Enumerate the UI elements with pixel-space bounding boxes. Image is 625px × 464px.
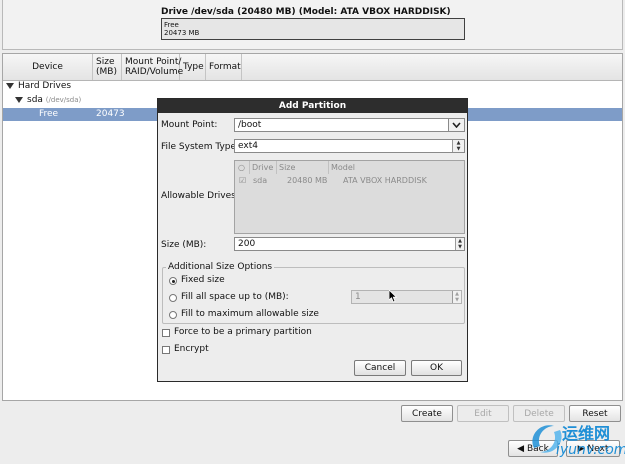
encrypt-label: Encrypt — [174, 344, 209, 354]
expander-down-icon[interactable] — [6, 82, 14, 89]
drive-size: 20480 MB — [287, 176, 328, 185]
table-header: Device Size (MB) Mount Point/ RAID/Volum… — [3, 54, 622, 81]
size-input[interactable]: 200 ▲ ▼ — [234, 237, 465, 251]
drive-checkbox[interactable]: ☑ — [239, 176, 246, 185]
primary-partition-checkbox[interactable] — [162, 329, 170, 337]
col-format[interactable]: Format — [206, 54, 242, 80]
allowable-drives-list[interactable]: ○ Drive Size Model ☑ sda 20480 MB ATA VB… — [234, 160, 465, 234]
add-partition-dialog: Add Partition Mount Point: /boot File Sy… — [157, 98, 468, 382]
updown-arrow-icon[interactable]: ▲ ▼ — [452, 140, 464, 152]
additional-size-title: Additional Size Options — [166, 262, 275, 272]
device-path: (/dev/sda) — [45, 96, 82, 104]
size-value: 200 — [238, 239, 256, 249]
watermark-cn: 运维网 — [562, 424, 611, 443]
row-label: Hard Drives — [18, 81, 72, 91]
col-mount-point[interactable]: Mount Point/ RAID/Volume — [122, 54, 183, 80]
watermark-logo: 运维网 iyunv.com — [520, 418, 625, 462]
fill-up-to-label: Fill all space up to (MB): — [181, 292, 289, 302]
encrypt-checkbox[interactable] — [162, 346, 170, 354]
mount-point-value: /boot — [238, 120, 262, 130]
drive-title: Drive /dev/sda (20480 MB) (Model: ATA VB… — [161, 7, 451, 17]
drives-col-model: Model — [331, 163, 356, 172]
drive-free-size: 20473 MB — [164, 29, 200, 37]
tree-row-hard-drives[interactable]: Hard Drives — [3, 80, 622, 93]
size-spinner-icon[interactable]: ▲ ▼ — [455, 238, 464, 250]
row-label: sda — [27, 95, 43, 105]
dialog-title: Add Partition — [158, 99, 467, 113]
fs-type-label: File System Type: — [161, 142, 240, 152]
watermark-en: iyunv.com — [556, 442, 625, 458]
select-all-radio[interactable]: ○ — [235, 161, 250, 174]
expander-down-icon[interactable] — [15, 96, 23, 103]
additional-size-options: Additional Size Options Fixed size Fill … — [162, 262, 465, 324]
fill-up-to-input[interactable]: 1 ▲ ▼ — [351, 290, 462, 304]
drive-panel: Drive /dev/sda (20480 MB) (Model: ATA VB… — [2, 0, 623, 50]
drive-free-segment[interactable]: Free 20473 MB — [161, 18, 465, 40]
fixed-size-radio[interactable] — [169, 277, 177, 285]
mount-point-label: Mount Point: — [161, 120, 218, 130]
fill-max-label: Fill to maximum allowable size — [181, 309, 319, 319]
allowable-drives-label: Allowable Drives: — [161, 191, 239, 201]
fill-up-to-radio[interactable] — [169, 294, 177, 302]
fill-max-radio[interactable] — [169, 311, 177, 319]
cancel-button[interactable]: Cancel — [354, 360, 406, 376]
size-label: Size (MB): — [161, 240, 207, 250]
drive-model: ATA VBOX HARDDISK — [343, 176, 427, 185]
chevron-down-icon[interactable] — [448, 119, 464, 131]
mount-point-combo[interactable]: /boot — [234, 118, 465, 132]
fs-type-select[interactable]: ext4 ▲ ▼ — [234, 139, 465, 153]
primary-partition-label: Force to be a primary partition — [174, 327, 312, 337]
ok-button[interactable]: OK — [411, 360, 462, 376]
create-button[interactable]: Create — [401, 405, 453, 422]
fill-up-to-value: 1 — [355, 292, 361, 302]
edit-button[interactable]: Edit — [457, 405, 509, 422]
drive-free-label: Free — [164, 21, 179, 29]
row-label: Free — [39, 109, 59, 119]
drive-name: sda — [253, 176, 268, 185]
fs-type-value: ext4 — [238, 141, 258, 151]
col-device[interactable]: Device — [3, 54, 93, 80]
fill-spinner-icon[interactable]: ▲ ▼ — [452, 291, 461, 303]
col-type[interactable]: Type — [180, 54, 206, 80]
drives-col-drive: Drive — [250, 161, 277, 174]
fixed-size-label: Fixed size — [181, 275, 225, 285]
mouse-pointer-icon — [389, 290, 398, 303]
row-size: 20473 — [96, 109, 125, 119]
drives-col-size: Size — [277, 161, 329, 174]
col-size[interactable]: Size (MB) — [93, 54, 122, 80]
